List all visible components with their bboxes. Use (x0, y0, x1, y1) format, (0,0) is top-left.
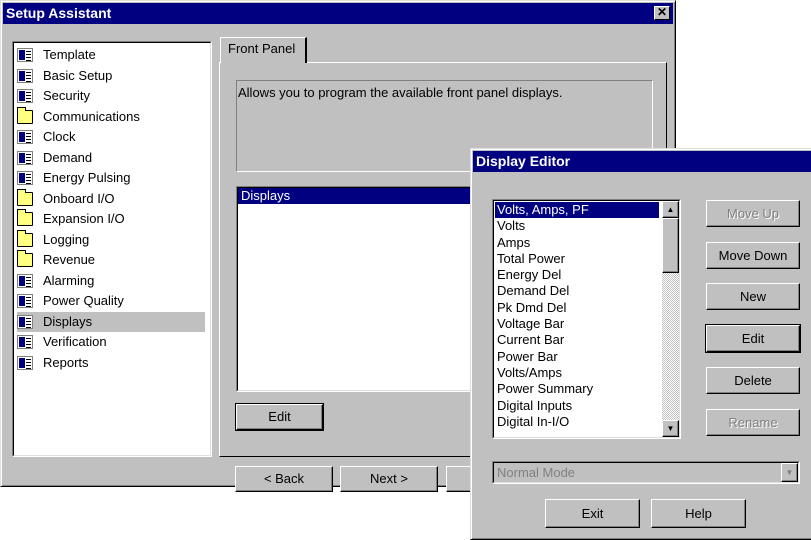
rename-button[interactable]: Rename (706, 409, 800, 436)
tree-item[interactable]: Demand (17, 148, 205, 168)
display-list-item[interactable]: Demand Del (495, 283, 659, 299)
document-icon (17, 68, 33, 83)
setup-tree: Template Basic Setup Security Communication… (13, 42, 211, 456)
folder-icon (17, 188, 33, 206)
tree-item[interactable]: Security (17, 86, 205, 106)
folder-icon (17, 106, 33, 124)
document-icon (17, 89, 33, 103)
display-list-item[interactable]: Digital Inputs (495, 398, 659, 414)
folder-icon (17, 229, 33, 247)
tree-item[interactable]: Verification (17, 332, 205, 352)
document-icon (17, 130, 33, 144)
edit-button[interactable]: Edit (235, 403, 324, 431)
editor-title-bar[interactable]: Display Editor (473, 151, 811, 172)
document-icon (17, 273, 33, 288)
description-text: Allows you to program the available fron… (238, 85, 563, 100)
display-list[interactable]: Volts, Amps, PF Volts Amps Total Power Energ… (493, 200, 680, 438)
scroll-up-arrow-icon[interactable]: ▲ (662, 201, 679, 218)
tree-item[interactable]: Reports (17, 353, 205, 373)
setup-title: Setup Assistant (6, 5, 112, 21)
tree-item-label: Demand (43, 149, 93, 165)
tree-item-label: Onboard I/O (43, 190, 115, 206)
tree-item-label: Basic Setup (43, 67, 113, 83)
tree-item[interactable]: Power Quality (17, 291, 205, 311)
document-icon (17, 171, 33, 185)
tree-item-label: Security (43, 88, 90, 103)
mode-select-value: Normal Mode (497, 465, 576, 480)
editor-title: Display Editor (476, 153, 571, 169)
document-icon (17, 294, 33, 308)
new-button[interactable]: New (706, 283, 800, 310)
tree-item-label: Communications (43, 108, 140, 124)
tree-item[interactable]: Revenue (17, 250, 205, 270)
tree-item-label: Template (43, 47, 96, 62)
tree-item[interactable]: Displays (17, 311, 205, 332)
folder-icon (17, 250, 33, 267)
display-list-item[interactable]: Power Bar (495, 349, 659, 365)
display-list-box: Volts, Amps, PF Volts Amps Total Power Energ… (492, 199, 681, 439)
display-list-item[interactable]: Energy Del (495, 267, 659, 283)
tree-item-label: Energy Pulsing (43, 170, 131, 185)
tree-item-label: Verification (43, 334, 107, 349)
display-list-item[interactable]: Total Power (495, 251, 659, 267)
edit-display-button[interactable]: Edit (705, 324, 801, 353)
document-icon (17, 314, 33, 329)
tab-front-panel[interactable]: Front Panel (220, 37, 307, 63)
document-icon (17, 150, 33, 165)
mode-select[interactable]: Normal Mode ▼ (492, 461, 800, 484)
folder-icon (17, 209, 33, 226)
tree-item-label: Power Quality (43, 293, 124, 308)
display-list-item[interactable]: Pk Dmd Del (495, 300, 659, 316)
tree-item-label: Reports (43, 354, 89, 370)
display-editor-window: Display Editor Volts, Amps, PF Volts Amps T… (470, 148, 811, 540)
document-icon (17, 355, 33, 370)
display-list-item[interactable]: Digital In-I/O (495, 414, 659, 430)
move-down-button[interactable]: Move Down (706, 242, 800, 269)
document-icon (17, 48, 33, 62)
tree-item-label: Alarming (43, 272, 95, 288)
display-list-scrollbar[interactable]: ▲ ▼ (662, 201, 679, 437)
display-list-item[interactable]: Current Bar (495, 332, 659, 348)
tree-item[interactable]: Alarming (17, 271, 205, 291)
move-up-button[interactable]: Move Up (706, 200, 800, 227)
exit-button[interactable]: Exit (545, 499, 640, 528)
tree-item-label: Displays (43, 313, 93, 329)
scroll-thumb[interactable] (662, 218, 679, 273)
delete-button[interactable]: Delete (706, 367, 800, 394)
display-list-item[interactable]: Volts/Amps (495, 365, 659, 381)
tree-item-label: Revenue (43, 252, 96, 267)
tab-label: Front Panel (228, 41, 296, 56)
tree-item[interactable]: Logging (17, 229, 205, 250)
tree-item[interactable]: Communications (17, 106, 205, 127)
help-button[interactable]: Help (651, 499, 746, 528)
close-icon[interactable]: ✕ (654, 6, 670, 20)
tree-item[interactable]: Expansion I/O (17, 209, 205, 229)
tree-item[interactable]: Clock (17, 127, 205, 147)
scroll-down-arrow-icon[interactable]: ▼ (662, 420, 679, 437)
tree-item-label: Clock (43, 129, 76, 144)
display-list-item[interactable]: Power Summary (495, 381, 659, 397)
display-list-item[interactable]: Volts (495, 218, 659, 234)
tree-item[interactable]: Energy Pulsing (17, 168, 205, 188)
tree-item-label: Logging (43, 231, 90, 247)
display-list-item[interactable]: Amps (495, 235, 659, 251)
tree-item[interactable]: Template (17, 45, 205, 65)
tree-item[interactable]: Onboard I/O (17, 188, 205, 209)
document-icon (17, 335, 33, 349)
display-list-item[interactable]: Volts, Amps, PF (495, 202, 659, 219)
setup-tree-panel: Template Basic Setup Security Communication… (12, 41, 212, 457)
next-button[interactable]: Next > (340, 466, 438, 492)
dropdown-arrow-icon[interactable]: ▼ (781, 463, 798, 482)
setup-title-bar[interactable]: Setup Assistant ✕ (3, 3, 673, 24)
tree-item[interactable]: Basic Setup (17, 66, 205, 86)
display-list-item[interactable]: Voltage Bar (495, 316, 659, 332)
tree-item-label: Expansion I/O (43, 211, 125, 226)
mode-select-field: Normal Mode ▼ (493, 462, 799, 483)
back-button[interactable]: < Back (235, 466, 333, 492)
